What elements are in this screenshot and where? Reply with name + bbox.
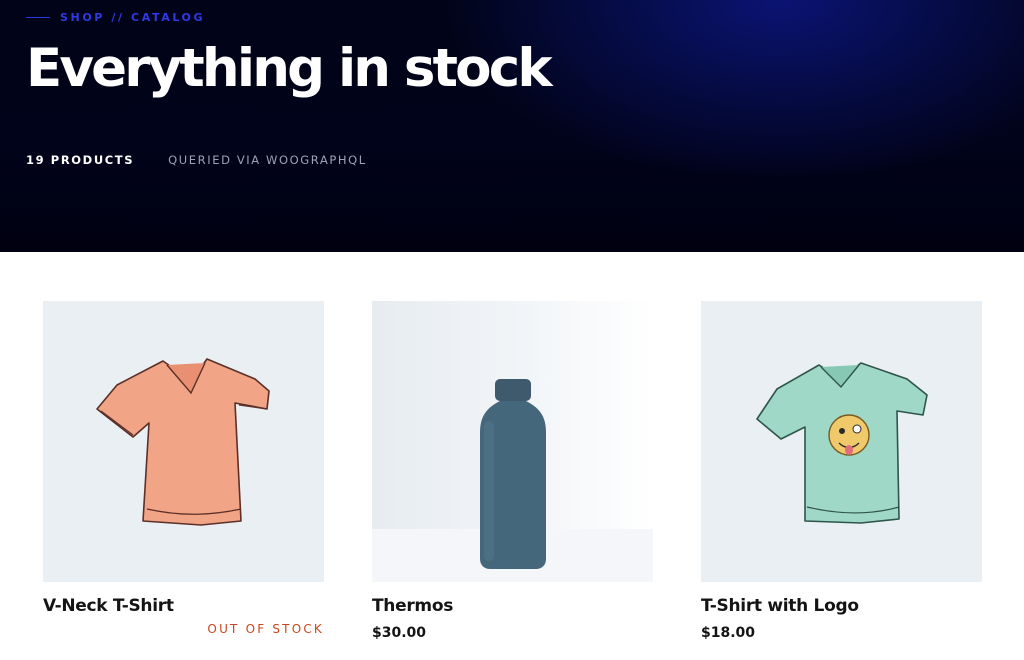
eyebrow-breadcrumb[interactable]: SHOP // CATALOG (60, 11, 205, 24)
page-title: Everything in stock (26, 38, 553, 99)
eyebrow-rule (26, 17, 50, 18)
out-of-stock-badge: OUT OF STOCK (207, 622, 324, 636)
product-price: $18.00 (701, 625, 756, 641)
product-card[interactable]: Thermos $30.00 (372, 301, 653, 641)
blue-thermos-bottle-icon (372, 379, 653, 582)
product-card[interactable]: V-Neck T-Shirt OUT OF STOCK (43, 301, 324, 636)
product-count: 19 PRODUCTS (26, 153, 135, 167)
data-source-label: QUERIED VIA WOOGRAPHQL (168, 153, 367, 167)
catalog-meta: 19 PRODUCTS QUERIED VIA WOOGRAPHQL (26, 153, 367, 167)
product-card[interactable]: T-Shirt with Logo $18.00 (701, 301, 982, 641)
catalog-hero: SHOP // CATALOG Everything in stock 19 P… (0, 0, 1024, 252)
orange-vneck-tshirt-icon (96, 358, 270, 526)
product-name[interactable]: V-Neck T-Shirt (43, 596, 324, 616)
product-image[interactable] (372, 301, 653, 582)
product-name[interactable]: Thermos (372, 596, 653, 616)
product-grid: V-Neck T-Shirt OUT OF STOCK Thermos $30.… (0, 301, 1024, 660)
eyebrow: SHOP // CATALOG (26, 11, 205, 24)
product-image[interactable] (701, 301, 982, 582)
product-price: $30.00 (372, 625, 427, 641)
green-logo-tshirt-icon (756, 362, 928, 524)
product-image[interactable] (43, 301, 324, 582)
product-name[interactable]: T-Shirt with Logo (701, 596, 982, 616)
